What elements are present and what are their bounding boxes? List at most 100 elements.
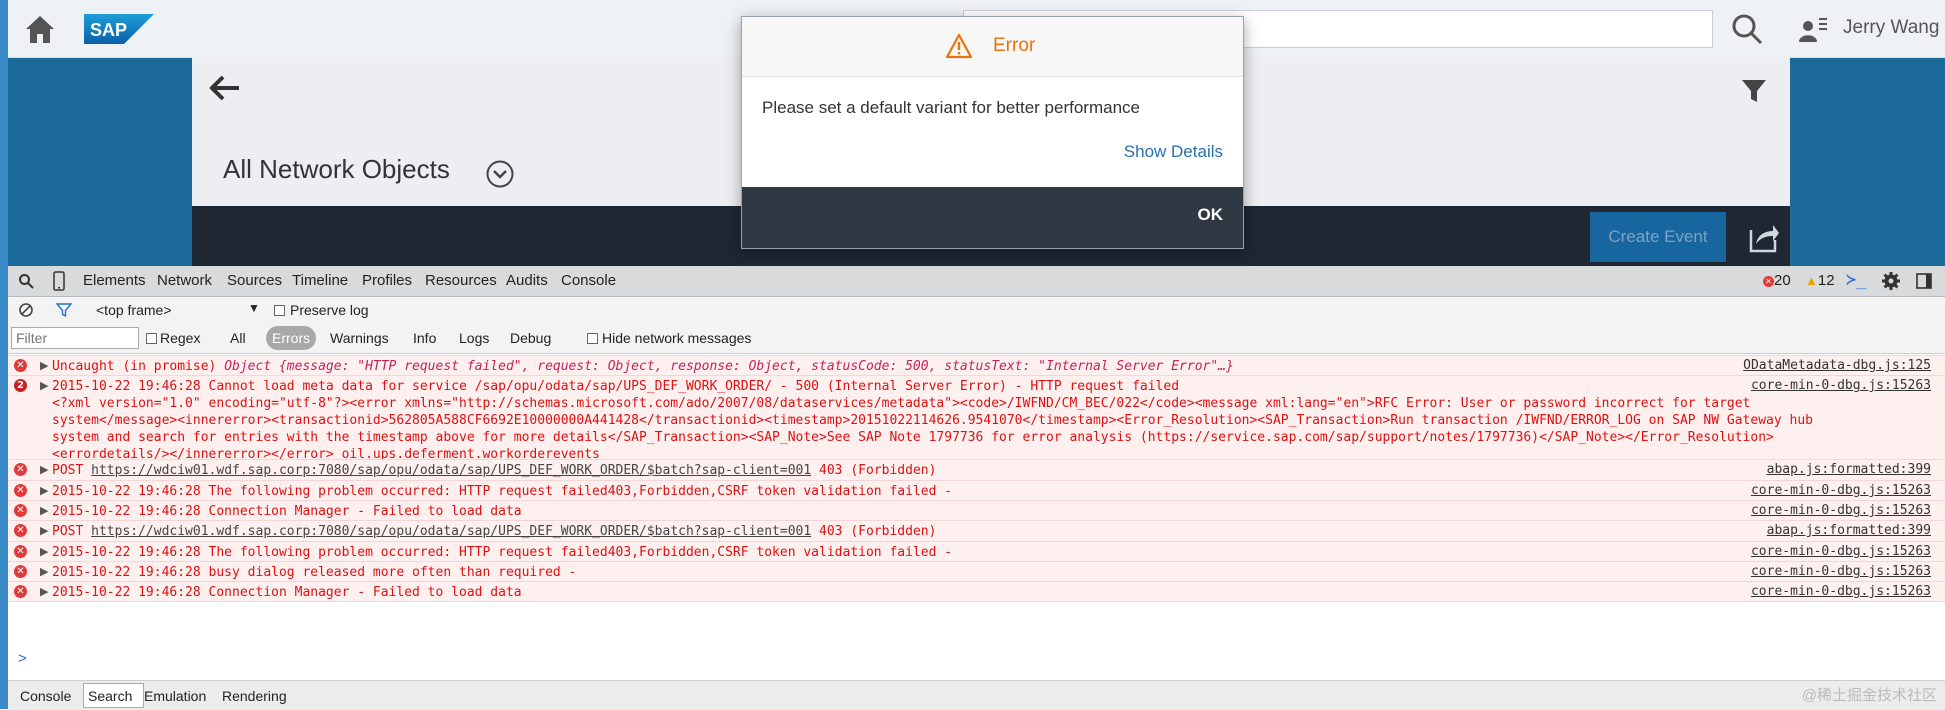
request-url-link[interactable]: https://wdciw01.wdf.sap.corp:7080/sap/op…	[91, 463, 811, 478]
console-row[interactable]: ✕ ▶ Uncaught (in promise) Object {messag…	[8, 355, 1945, 375]
source-link[interactable]: core-min-0-dbg.js:15263	[1751, 378, 1931, 393]
error-dialog: Error Please set a default variant for b…	[741, 16, 1244, 249]
inspect-icon[interactable]	[18, 273, 34, 289]
console-row[interactable]: ✕ ▶ 2015-10-22 19:46:28 The following pr…	[8, 541, 1945, 561]
filter-icon[interactable]	[56, 302, 72, 318]
clear-console-icon[interactable]	[18, 302, 34, 318]
console-row[interactable]: ✕ ▶ 2015-10-22 19:46:28 busy dialog rele…	[8, 561, 1945, 581]
source-link[interactable]: abap.js:formatted:399	[1767, 523, 1931, 538]
warning-count: 12	[1817, 272, 1835, 289]
error-icon: ✕	[14, 565, 27, 578]
regex-checkbox[interactable]	[146, 333, 157, 344]
expand-arrow-icon[interactable]: ▶	[40, 379, 48, 392]
home-icon[interactable]	[22, 12, 58, 46]
ok-button[interactable]: OK	[1198, 205, 1224, 225]
gear-icon[interactable]	[1881, 271, 1901, 291]
request-url-link[interactable]: https://wdciw01.wdf.sap.corp:7080/sap/op…	[91, 524, 811, 539]
expand-arrow-icon[interactable]: ▶	[40, 545, 48, 558]
filter-icon[interactable]	[1740, 77, 1768, 105]
console-message: POST https://wdciw01.wdf.sap.corp:7080/s…	[52, 463, 937, 478]
source-link[interactable]: ODataMetadata-dbg.js:125	[1743, 358, 1931, 373]
console-row[interactable]: ✕ ▶ POST https://wdciw01.wdf.sap.corp:70…	[8, 459, 1945, 480]
level-logs[interactable]: Logs	[459, 330, 489, 346]
error-icon: ✕	[1763, 276, 1774, 287]
show-details-link[interactable]: Show Details	[1124, 142, 1223, 162]
level-debug[interactable]: Debug	[510, 330, 551, 346]
warning-count-badge[interactable]: ▲12	[1805, 272, 1835, 289]
user-icon[interactable]	[1798, 14, 1828, 44]
drawer-tab-console[interactable]: Console	[20, 688, 71, 704]
source-link[interactable]: core-min-0-dbg.js:15263	[1751, 503, 1931, 518]
watermark: @稀土掘金技术社区	[1801, 687, 1937, 704]
expand-arrow-icon[interactable]: ▶	[40, 504, 48, 517]
console-row[interactable]: ✕ ▶ POST https://wdciw01.wdf.sap.corp:70…	[8, 520, 1945, 541]
tab-sources[interactable]: Sources	[227, 272, 282, 289]
drawer-tabbar: Console Search Emulation Rendering	[8, 680, 1945, 710]
window-edge	[0, 0, 8, 709]
device-mode-icon[interactable]	[53, 271, 65, 291]
source-link[interactable]: core-min-0-dbg.js:15263	[1751, 483, 1931, 498]
tab-profiles[interactable]: Profiles	[362, 272, 412, 289]
expand-arrow-icon[interactable]: ▶	[40, 585, 48, 598]
create-event-button[interactable]: Create Event	[1590, 212, 1726, 262]
expand-arrow-icon[interactable]: ▶	[40, 565, 48, 578]
source-link[interactable]: core-min-0-dbg.js:15263	[1751, 564, 1931, 579]
page-title: All Network Objects	[223, 154, 450, 184]
error-count: 20	[1774, 272, 1791, 289]
level-warnings[interactable]: Warnings	[330, 330, 389, 346]
warning-icon: ▲	[1805, 273, 1818, 288]
drawer-tab-rendering[interactable]: Rendering	[222, 688, 287, 704]
level-info[interactable]: Info	[413, 330, 436, 346]
preserve-log-checkbox[interactable]	[274, 305, 285, 316]
regex-label: Regex	[160, 330, 201, 346]
sap-logo[interactable]: SAP	[84, 14, 154, 44]
error-icon: ✕	[14, 463, 27, 476]
drawer-tab-search[interactable]: Search	[88, 688, 132, 704]
filter-input[interactable]	[11, 327, 139, 349]
dialog-header: Error	[742, 17, 1243, 77]
error-count-badge[interactable]: ✕ 20	[1763, 272, 1791, 289]
chevron-down-icon[interactable]	[485, 159, 515, 189]
tab-console[interactable]: Console	[561, 272, 616, 289]
source-link[interactable]: core-min-0-dbg.js:15263	[1751, 544, 1931, 559]
back-arrow-icon[interactable]	[207, 73, 243, 103]
console-filter-bar: Regex All Errors Warnings Info Logs Debu…	[8, 323, 1945, 354]
search-icon[interactable]	[1730, 12, 1764, 46]
level-errors[interactable]: Errors	[266, 326, 317, 350]
console-message: 2015-10-22 19:46:28 The following proble…	[52, 484, 953, 499]
tab-timeline[interactable]: Timeline	[292, 272, 348, 289]
console-message: 2015-10-22 19:46:28 Connection Manager -…	[52, 504, 522, 519]
console-row[interactable]: ✕ ▶ 2015-10-22 19:46:28 Connection Manag…	[8, 581, 1945, 602]
tab-elements[interactable]: Elements	[83, 272, 146, 289]
console-messages: ✕ ▶ Uncaught (in promise) Object {messag…	[8, 355, 1945, 652]
expand-arrow-icon[interactable]: ▶	[40, 524, 48, 537]
tab-resources[interactable]: Resources	[425, 272, 497, 289]
source-link[interactable]: abap.js:formatted:399	[1767, 462, 1931, 477]
console-row[interactable]: ✕ ▶ 2015-10-22 19:46:28 Connection Manag…	[8, 500, 1945, 520]
share-icon[interactable]	[1748, 220, 1780, 254]
tab-network[interactable]: Network	[157, 272, 212, 289]
expand-arrow-icon[interactable]: ▶	[40, 484, 48, 497]
drawer-tab-emulation[interactable]: Emulation	[144, 688, 206, 704]
level-all[interactable]: All	[230, 330, 246, 346]
console-message: 2015-10-22 19:46:28 Cannot load meta dat…	[52, 379, 1813, 462]
svg-text:SAP: SAP	[90, 20, 127, 40]
repeat-count-badge: 2	[14, 379, 27, 392]
console-row[interactable]: 2 ▶ 2015-10-22 19:46:28 Cannot load meta…	[8, 375, 1945, 462]
dialog-message: Please set a default variant for better …	[762, 98, 1140, 117]
prompt-caret: >	[18, 650, 27, 667]
source-link[interactable]: core-min-0-dbg.js:15263	[1751, 584, 1931, 599]
expand-arrow-icon[interactable]: ▶	[40, 463, 48, 476]
hide-network-checkbox[interactable]	[587, 333, 598, 344]
devtools-tabbar: Elements Network Sources Timeline Profil…	[8, 266, 1945, 297]
frame-select[interactable]: <top frame>	[96, 302, 172, 318]
user-name[interactable]: Jerry Wang	[1843, 17, 1939, 39]
dropdown-arrow-icon[interactable]: ▼	[248, 301, 260, 315]
dock-side-icon[interactable]	[1916, 273, 1932, 289]
console-row[interactable]: ✕ ▶ 2015-10-22 19:46:28 The following pr…	[8, 480, 1945, 500]
expand-arrow-icon[interactable]: ▶	[40, 359, 48, 372]
preserve-log-label: Preserve log	[290, 302, 369, 318]
console-prompt[interactable]: >	[8, 649, 1945, 671]
console-drawer-icon[interactable]: ≻_	[1846, 270, 1866, 290]
tab-audits[interactable]: Audits	[506, 272, 548, 289]
